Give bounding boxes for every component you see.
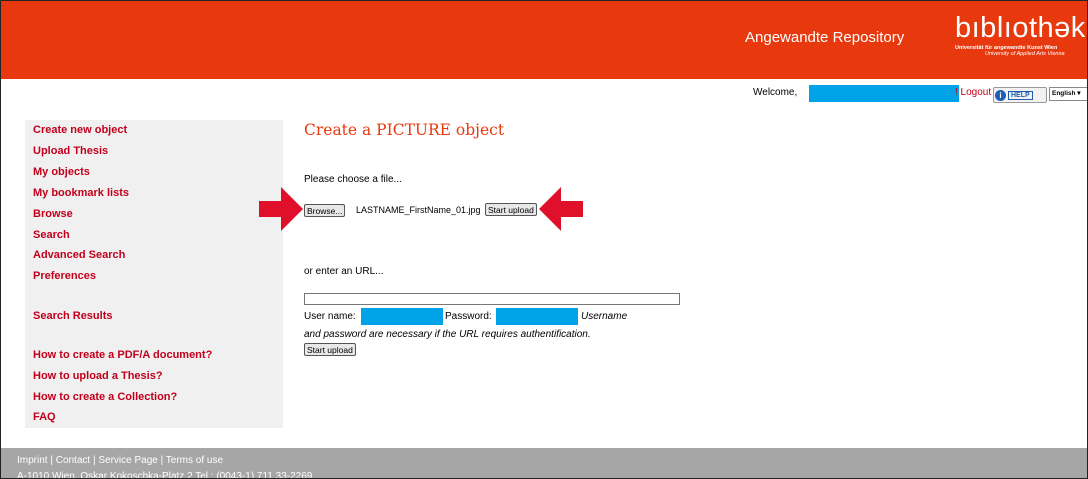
browse-button[interactable]: Browse...	[304, 204, 346, 217]
footer-links[interactable]: Imprint | Contact | Service Page | Terms…	[17, 455, 223, 466]
password-field-redacted[interactable]	[496, 308, 578, 325]
logo-university-en: University of Applied Arts Vienna	[985, 51, 1065, 57]
sidebar-item-my-bookmark-lists[interactable]: My bookmark lists	[33, 187, 129, 199]
sidebar-item-search-results[interactable]: Search Results	[33, 310, 112, 322]
sidebar-item-thesis-howto[interactable]: How to upload a Thesis?	[33, 370, 163, 382]
sidebar-item-browse[interactable]: Browse	[33, 208, 73, 220]
auth-note-start: Username	[581, 311, 628, 322]
choose-file-label: Please choose a file...	[304, 174, 402, 185]
username-label: User name:	[304, 311, 356, 322]
sidebar-item-advanced-search[interactable]: Advanced Search	[33, 249, 125, 261]
logout-link[interactable]: ! Logout	[955, 87, 991, 103]
info-icon: i	[995, 89, 1006, 101]
enter-url-label: or enter an URL...	[304, 266, 384, 277]
language-select[interactable]: English ▾	[1049, 87, 1087, 101]
footer-address: A-1010 Wien, Oskar Kokoschka-Platz 2 Tel…	[17, 471, 313, 479]
start-upload-button[interactable]: Start upload	[485, 203, 537, 216]
sidebar-item-preferences[interactable]: Preferences	[33, 270, 96, 282]
page-title: Create a PICTURE object	[304, 121, 505, 139]
bibliothek-logo[interactable]: bıblıothək Universität für angewandte Ku…	[955, 13, 1086, 57]
sidebar-item-upload-thesis[interactable]: Upload Thesis	[33, 145, 108, 157]
arrow-left-annotation	[539, 187, 583, 231]
auth-note: and password are necessary if the URL re…	[304, 329, 591, 340]
sidebar-item-my-objects[interactable]: My objects	[33, 166, 90, 178]
language-value: English	[1052, 90, 1076, 97]
sidebar-item-collection-howto[interactable]: How to create a Collection?	[33, 391, 177, 403]
sidebar-item-search[interactable]: Search	[33, 229, 70, 241]
start-upload-url-button[interactable]: Start upload	[304, 343, 356, 356]
logo-wordmark: bıblıothək	[955, 12, 1086, 44]
redacted-username	[809, 85, 959, 102]
welcome-text: Welcome,	[753, 87, 798, 98]
repository-title-link[interactable]: Angewandte Repository	[745, 29, 904, 46]
selected-file-name: LASTNAME_FirstName_01.jpg	[356, 205, 481, 215]
footer: Imprint | Contact | Service Page | Terms…	[1, 448, 1087, 479]
password-label: Password:	[445, 311, 492, 322]
sidebar-item-pdfa-howto[interactable]: How to create a PDF/A document?	[33, 349, 212, 361]
sidebar-item-create-new-object[interactable]: Create new object	[33, 124, 127, 136]
username-field-redacted[interactable]	[361, 308, 443, 325]
sidebar: Create new object Upload Thesis My objec…	[25, 120, 283, 428]
url-input[interactable]	[304, 293, 680, 305]
help-label: HELP	[1008, 90, 1033, 100]
page-frame: Angewandte Repository bıblıothək Univers…	[0, 0, 1088, 479]
help-button[interactable]: i HELP	[993, 87, 1047, 103]
top-banner: Angewandte Repository bıblıothək Univers…	[1, 1, 1087, 79]
arrow-right-annotation	[259, 187, 303, 231]
sidebar-item-faq[interactable]: FAQ	[33, 411, 56, 423]
